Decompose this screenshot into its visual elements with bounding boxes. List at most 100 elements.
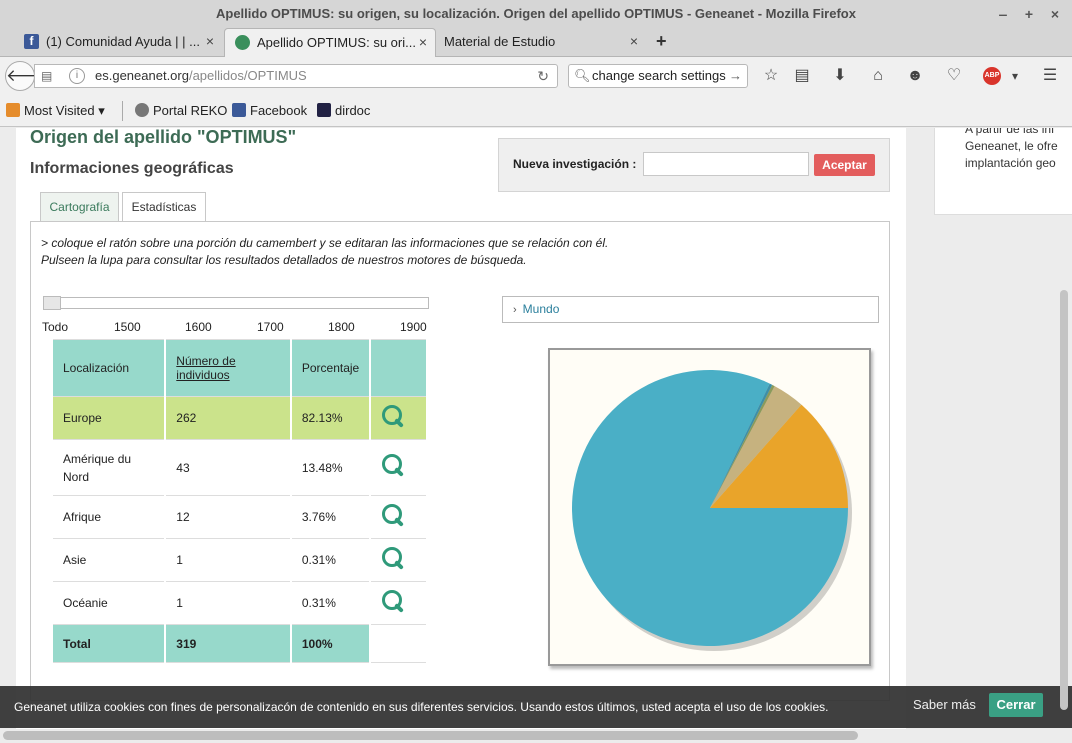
vertical-scrollbar[interactable]	[1058, 290, 1070, 710]
home-icon[interactable]: ⌂	[867, 65, 889, 87]
pocket-icon[interactable]: ♡	[943, 65, 965, 87]
folder-icon	[6, 103, 20, 117]
adblock-icon[interactable]: ABP	[983, 67, 1001, 85]
cell-location: Asie	[50, 538, 167, 582]
chevron-right-icon: ›	[513, 304, 517, 316]
pie-chart[interactable]	[550, 350, 869, 664]
close-window-icon[interactable]: ×	[1048, 0, 1062, 28]
new-search-input[interactable]	[643, 152, 809, 176]
header-porcentaje: Porcentaje	[289, 339, 372, 397]
cell-location: Océanie	[50, 581, 167, 625]
minimize-icon[interactable]: ‒	[996, 0, 1010, 28]
year-label: 1900	[400, 320, 427, 334]
close-tab-icon[interactable]: ×	[630, 28, 638, 55]
window-title: Apellido OPTIMUS: su origen, su localiza…	[216, 6, 856, 21]
cell-count: 12	[164, 495, 292, 539]
chevron-down-icon[interactable]: ▾	[1004, 65, 1026, 87]
magnifier-icon[interactable]	[381, 503, 407, 529]
menu-icon[interactable]: ☰	[1039, 65, 1061, 87]
header-blank	[369, 339, 428, 397]
header-numero[interactable]: Número de individuos	[164, 339, 292, 397]
main-content: Origen del apellido "OPTIMUS" Informacio…	[16, 128, 906, 743]
cell-count: 1	[164, 538, 292, 582]
window-title-bar: Apellido OPTIMUS: su origen, su localiza…	[0, 0, 1072, 28]
cell-percent: 3.76%	[289, 495, 372, 539]
new-tab-button[interactable]: +	[656, 28, 667, 55]
bookmark-dirdoc[interactable]: dirdoc	[317, 103, 370, 118]
arrow-right-icon[interactable]: →	[729, 65, 742, 87]
table-row: Océanie 1 0.31%	[50, 581, 428, 625]
header-localizacion: Localización	[50, 339, 167, 397]
mundo-selector[interactable]: › Mundo	[502, 296, 879, 323]
statistics-panel: > coloque el ratón sobre una porción du …	[30, 221, 890, 701]
new-search-box: Nueva investigación : Aceptar	[498, 138, 890, 192]
accept-button[interactable]: Aceptar	[814, 154, 875, 176]
table-row: Europe 262 82.13%	[50, 396, 428, 440]
magnifier-icon[interactable]	[381, 546, 407, 572]
slider-handle[interactable]	[43, 296, 61, 310]
tab-label: Material de Estudio	[444, 34, 556, 49]
right-column-text: A partir de las inf Geneanet, le ofre im…	[934, 128, 1072, 215]
close-tab-icon[interactable]: ×	[206, 28, 214, 55]
search-input[interactable]: change search settings	[592, 65, 726, 87]
year-label: 1700	[257, 320, 284, 334]
table-total-row: Total 319 100%	[50, 624, 428, 663]
cookie-banner: Geneanet utiliza cookies con fines de pe…	[0, 686, 1072, 728]
statistics-table: Localización Número de individuos Porcen…	[50, 339, 428, 663]
cell-location: Europe	[50, 396, 167, 440]
total-count: 319	[164, 624, 292, 663]
instruction-text: Pulseen la lupa para consultar los resul…	[41, 253, 527, 267]
cell-count: 43	[164, 439, 292, 496]
maximize-icon[interactable]: +	[1022, 0, 1036, 28]
magnifier-icon[interactable]	[381, 453, 407, 479]
tab-label: Apellido OPTIMUS: su ori...	[257, 35, 416, 50]
cookie-close-button[interactable]: Cerrar	[989, 693, 1043, 717]
scrollbar-thumb[interactable]	[1060, 290, 1068, 710]
bookmark-portal-reko[interactable]: Portal REKO	[135, 103, 227, 118]
tab-estadisticas[interactable]: Estadísticas	[122, 192, 206, 223]
url-domain: es.geneanet.org	[95, 68, 189, 83]
back-button[interactable]: 🡐	[5, 61, 52, 91]
dirdoc-icon	[317, 103, 331, 117]
cell-count: 262	[164, 396, 292, 440]
cookie-more-link[interactable]: Saber más	[913, 697, 976, 712]
search-bar[interactable]: 🔍︎ change search settings →	[568, 64, 748, 88]
reading-list-icon[interactable]: ▤	[791, 65, 813, 87]
cell-percent: 13.48%	[289, 439, 372, 496]
facebook-icon	[232, 103, 246, 117]
period-slider[interactable]	[43, 296, 429, 310]
star-icon[interactable]: ☆	[760, 65, 782, 87]
cell-percent: 0.31%	[289, 581, 372, 625]
info-icon[interactable]: i	[69, 68, 85, 84]
magnifier-cell	[369, 396, 428, 440]
close-tab-icon[interactable]: ×	[419, 29, 427, 56]
tab-cartografia[interactable]: Cartografía	[40, 192, 119, 222]
scrollbar-thumb[interactable]	[3, 731, 858, 740]
bookmark-most-visited[interactable]: Most Visited ▾	[6, 103, 105, 119]
year-label: 1600	[185, 320, 212, 334]
bookmark-facebook[interactable]: Facebook	[232, 103, 307, 118]
tab-strip: f (1) Comunidad Ayuda | | ... × Apellido…	[0, 28, 1072, 58]
mundo-label: Mundo	[522, 302, 560, 316]
url-bar[interactable]: ▤ i es.geneanet.org/apellidos/OPTIMUS ↻	[34, 64, 558, 88]
table-row: Afrique 12 3.76%	[50, 495, 428, 539]
browser-tab-optimus[interactable]: Apellido OPTIMUS: su ori... ×	[224, 28, 436, 58]
year-label: Todo	[42, 320, 69, 334]
browser-tab-material[interactable]: Material de Estudio ×	[438, 28, 646, 57]
right-col-line: implantación geo	[965, 156, 1056, 170]
bookmark-separator	[122, 101, 123, 121]
magnifier-cell	[369, 495, 428, 539]
reload-icon[interactable]: ↻	[537, 65, 549, 87]
web-page: A partir de las inf Geneanet, le ofre im…	[0, 128, 1072, 743]
horizontal-scrollbar[interactable]	[0, 729, 1072, 743]
magnifier-icon[interactable]	[381, 404, 407, 430]
hello-icon[interactable]: ☻	[904, 65, 926, 87]
browser-tab-comunidad[interactable]: f (1) Comunidad Ayuda | | ... ×	[22, 28, 222, 57]
magnifier-icon[interactable]	[381, 589, 407, 615]
cell-location: Afrique	[50, 495, 167, 539]
cookie-text: Geneanet utiliza cookies con fines de pe…	[14, 700, 829, 714]
download-icon[interactable]: ⬇	[829, 65, 851, 87]
year-label: 1500	[114, 320, 141, 334]
total-label: Total	[50, 624, 167, 663]
magnifier-cell	[369, 581, 428, 625]
